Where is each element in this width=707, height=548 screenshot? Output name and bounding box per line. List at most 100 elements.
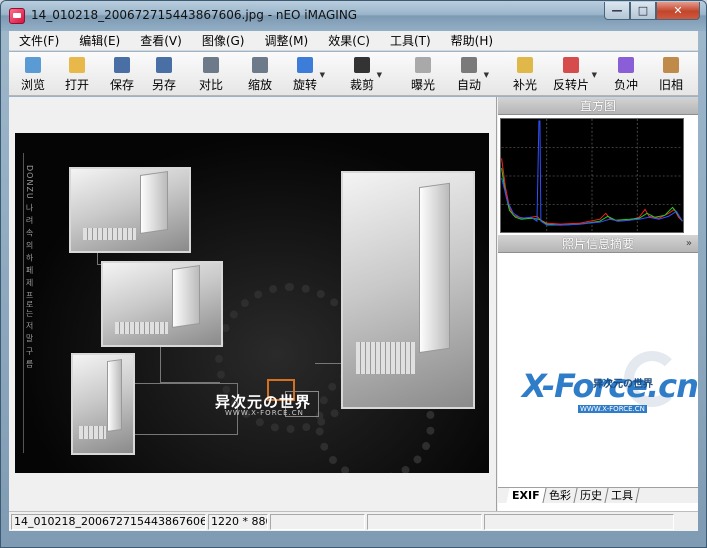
save-as-label: 另存 bbox=[152, 78, 177, 92]
menu-tools[interactable]: 工具(T) bbox=[380, 32, 441, 49]
fill-light-label: 补光 bbox=[513, 78, 538, 92]
tab-history[interactable]: 历史 bbox=[574, 488, 609, 503]
info-tabs: EXIF 色彩 历史 工具 bbox=[498, 487, 698, 503]
exposure-button[interactable]: 曝光 bbox=[411, 54, 435, 94]
side-panel: 直方图 照片信息摘要 » X-Force.cn 异次元の世界 WWW.X-FOR… bbox=[498, 97, 699, 511]
status-filename: 14_010218_200672715443867606.jpg bbox=[11, 514, 206, 530]
window-controls: — □ ✕ bbox=[604, 2, 700, 20]
auto-dropdown-icon[interactable]: ▼ bbox=[484, 71, 489, 79]
tab-tools[interactable]: 工具 bbox=[605, 488, 640, 503]
menu-effects[interactable]: 效果(C) bbox=[318, 32, 380, 49]
crop-icon bbox=[354, 57, 370, 73]
save-as-icon bbox=[156, 57, 172, 73]
open-button[interactable]: 打开 bbox=[65, 54, 89, 94]
open-folder-icon bbox=[69, 57, 85, 73]
histogram-header[interactable]: 直方图 bbox=[498, 97, 698, 115]
app-window: 14_010218_200672715443867606.jpg - nEO i… bbox=[0, 0, 707, 548]
fill-light-button[interactable]: 补光 bbox=[513, 54, 537, 94]
tab-exif[interactable]: EXIF bbox=[506, 488, 547, 503]
rotate-dropdown-icon[interactable]: ▼ bbox=[320, 71, 325, 79]
crop-label: 裁剪 bbox=[350, 78, 375, 92]
crop-dropdown-icon[interactable]: ▼ bbox=[377, 71, 382, 79]
save-icon bbox=[114, 57, 130, 73]
photo-vertical-caption: DONZU 나 려 속 의 하 페 제 프로는 저 말 구 름 bbox=[25, 165, 34, 369]
save-button[interactable]: 保存 bbox=[110, 54, 134, 94]
menu-view[interactable]: 查看(V) bbox=[130, 32, 192, 49]
menu-adjust[interactable]: 调整(M) bbox=[254, 32, 318, 49]
auto-icon bbox=[461, 57, 477, 73]
menu-image[interactable]: 图像(G) bbox=[192, 32, 255, 49]
exposure-label: 曝光 bbox=[411, 78, 436, 92]
compare-button[interactable]: 对比 bbox=[199, 54, 223, 94]
photo-canvas[interactable]: DONZU 나 려 속 의 하 페 제 프로는 저 말 구 름 异次元の世界 W… bbox=[15, 133, 489, 473]
photo-connector-line bbox=[160, 343, 220, 383]
tab-color-label: 色彩 bbox=[548, 489, 571, 502]
reversal-film-icon bbox=[563, 57, 579, 73]
tab-color[interactable]: 色彩 bbox=[543, 488, 578, 503]
photo-logo-url: WWW.X-FORCE.CN bbox=[225, 409, 304, 417]
rotate-label: 旋转 bbox=[293, 78, 318, 92]
workspace: DONZU 나 려 속 의 하 페 제 프로는 저 말 구 름 异次元の世界 W… bbox=[9, 97, 699, 511]
resize-label: 缩放 bbox=[248, 78, 273, 92]
rotate-icon bbox=[297, 57, 313, 73]
collapse-icon[interactable]: » bbox=[686, 235, 692, 253]
cross-process-icon bbox=[618, 57, 634, 73]
save-as-button[interactable]: 另存 bbox=[152, 54, 176, 94]
cross-process-button[interactable]: 负冲 bbox=[614, 54, 638, 94]
window-title: 14_010218_200672715443867606.jpg - nEO i… bbox=[31, 8, 358, 22]
histogram-green-series bbox=[501, 168, 683, 226]
maximize-button[interactable]: □ bbox=[630, 2, 656, 20]
menu-help[interactable]: 帮助(H) bbox=[441, 32, 503, 49]
resize-icon bbox=[252, 57, 268, 73]
photo-info-header[interactable]: 照片信息摘要 » bbox=[498, 235, 698, 253]
tab-history-label: 历史 bbox=[579, 489, 602, 502]
compare-icon bbox=[203, 57, 219, 73]
compare-label: 对比 bbox=[199, 78, 224, 92]
auto-button[interactable]: 自动 ▼ bbox=[457, 54, 489, 94]
histogram-title: 直方图 bbox=[579, 99, 616, 113]
browse-button[interactable]: 浏览 bbox=[21, 54, 45, 94]
photo-thumbnail bbox=[341, 171, 475, 409]
status-cell-empty bbox=[270, 514, 365, 530]
close-button[interactable]: ✕ bbox=[656, 2, 700, 20]
status-cell-empty bbox=[367, 514, 482, 530]
status-dimensions: 1220 * 880 bbox=[208, 514, 268, 530]
status-cell-empty bbox=[484, 514, 674, 530]
auto-label: 自动 bbox=[457, 78, 482, 92]
app-logo-icon bbox=[9, 8, 25, 24]
status-bar: 14_010218_200672715443867606.jpg 1220 * … bbox=[9, 511, 698, 531]
photo-thumbnail bbox=[71, 353, 135, 455]
fill-light-icon bbox=[517, 57, 533, 73]
reversal-film-button[interactable]: 反转片 ▼ bbox=[553, 54, 597, 94]
tab-tools-label: 工具 bbox=[610, 489, 633, 502]
menu-file[interactable]: 文件(F) bbox=[9, 32, 69, 49]
photo-thumbnail bbox=[101, 261, 223, 347]
photo-info-content: X-Force.cn 异次元の世界 WWW.X-FORCE.CN bbox=[498, 253, 699, 486]
save-label: 保存 bbox=[110, 78, 135, 92]
browse-icon bbox=[25, 57, 41, 73]
reversal-film-label: 反转片 bbox=[553, 78, 590, 92]
exposure-icon bbox=[415, 57, 431, 73]
open-label: 打开 bbox=[65, 78, 90, 92]
close-icon: ✕ bbox=[673, 4, 683, 17]
title-bar[interactable]: 14_010218_200672715443867606.jpg - nEO i… bbox=[1, 1, 706, 31]
photo-thumbnail bbox=[69, 167, 191, 253]
cross-process-label: 负冲 bbox=[614, 78, 639, 92]
minimize-icon: — bbox=[611, 4, 623, 17]
menu-edit[interactable]: 编辑(E) bbox=[69, 32, 130, 49]
browse-label: 浏览 bbox=[21, 78, 46, 92]
image-viewer[interactable]: DONZU 나 려 속 의 하 페 제 프로는 저 말 구 름 异次元の世界 W… bbox=[9, 97, 497, 511]
brand-url: WWW.X-FORCE.CN bbox=[578, 405, 647, 413]
reversal-film-dropdown-icon[interactable]: ▼ bbox=[592, 71, 597, 79]
brand-cn-title: 异次元の世界 bbox=[593, 379, 653, 390]
menu-bar: 文件(F) 编辑(E) 查看(V) 图像(G) 调整(M) 效果(C) 工具(T… bbox=[9, 31, 698, 51]
minimize-button[interactable]: — bbox=[604, 2, 630, 20]
photo-info-title: 照片信息摘要 bbox=[561, 237, 634, 251]
tab-exif-label: EXIF bbox=[512, 489, 540, 502]
rotate-button[interactable]: 旋转 ▼ bbox=[293, 54, 325, 94]
resize-button[interactable]: 缩放 bbox=[248, 54, 272, 94]
old-photo-button[interactable]: 旧相 bbox=[659, 54, 683, 94]
crop-button[interactable]: 裁剪 ▼ bbox=[350, 54, 382, 94]
old-photo-icon bbox=[663, 57, 679, 73]
maximize-icon: □ bbox=[637, 4, 649, 17]
